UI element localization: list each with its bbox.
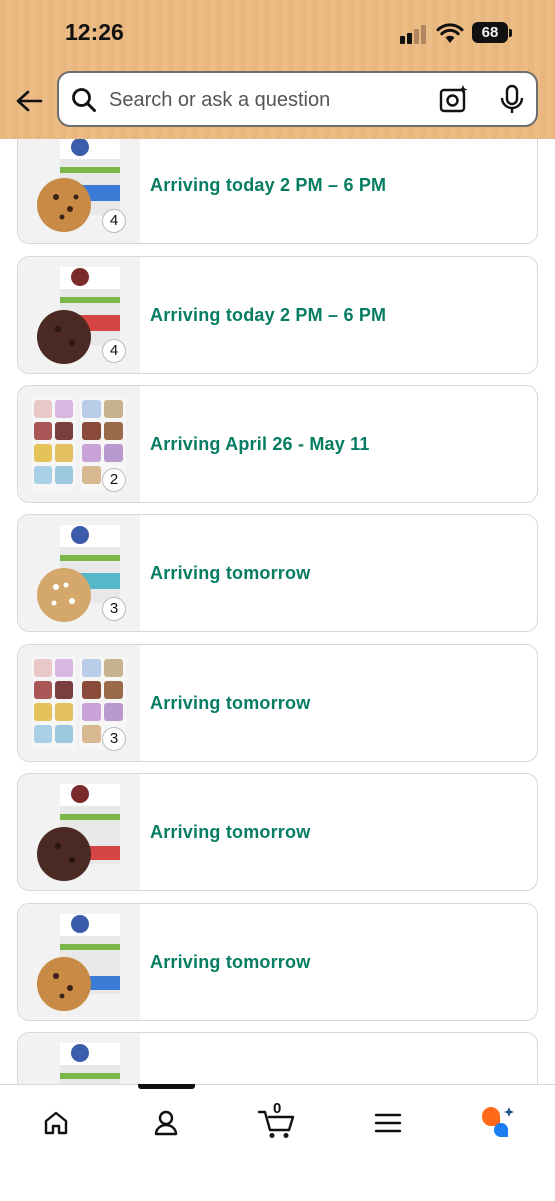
nav-menu[interactable]	[368, 1103, 408, 1143]
nav-home[interactable]	[36, 1103, 76, 1143]
order-card[interactable]	[17, 1032, 538, 1084]
battery-icon: 68	[472, 22, 508, 43]
cart-count: 0	[273, 1100, 282, 1117]
wifi-icon	[436, 23, 464, 43]
order-card[interactable]: Arriving tomorrow	[17, 903, 538, 1021]
quantity-badge: 3	[102, 597, 126, 621]
quantity-badge: 3	[102, 727, 126, 751]
microphone-icon[interactable]	[499, 84, 525, 116]
order-card[interactable]: 3 Arriving tomorrow	[17, 644, 538, 762]
home-icon	[44, 1111, 68, 1135]
search-bar[interactable]	[57, 71, 538, 127]
delivery-status: Arriving April 26 - May 11	[150, 433, 370, 454]
order-list[interactable]: 4 Arriving today 2 PM – 6 PM 4 Arriving …	[0, 139, 555, 1084]
nav-rufus[interactable]	[477, 1103, 517, 1143]
search-icon	[72, 88, 96, 112]
menu-icon	[374, 1113, 402, 1133]
order-card[interactable]: 4 Arriving today 2 PM – 6 PM	[17, 256, 538, 374]
delivery-status: Arriving tomorrow	[150, 951, 311, 972]
product-image-white-chip-box[interactable]: 3	[18, 515, 140, 631]
product-image-double-chocolate-box[interactable]	[18, 774, 140, 890]
product-image-double-chocolate-box[interactable]: 4	[18, 257, 140, 373]
rufus-icon	[482, 1107, 514, 1137]
quantity-badge: 4	[102, 209, 126, 233]
product-image-chocolate-chip-box[interactable]: 4	[18, 139, 140, 243]
status-icons: 68	[396, 22, 526, 46]
bottom-nav: 0	[0, 1084, 555, 1201]
product-image-chocolate-chip-box[interactable]	[18, 904, 140, 1020]
signal-icon	[396, 22, 430, 44]
back-arrow-icon[interactable]	[14, 86, 44, 116]
order-card[interactable]: 4 Arriving today 2 PM – 6 PM	[17, 139, 538, 244]
order-card[interactable]: 3 Arriving tomorrow	[17, 514, 538, 632]
delivery-status: Arriving tomorrow	[150, 692, 311, 713]
active-tab-indicator	[138, 1084, 195, 1089]
delivery-status: Arriving today 2 PM – 6 PM	[150, 174, 387, 195]
delivery-status: Arriving tomorrow	[150, 821, 311, 842]
delivery-status: Arriving tomorrow	[150, 562, 311, 583]
battery-tip	[509, 29, 512, 37]
order-card[interactable]: Arriving tomorrow	[17, 773, 538, 891]
header: 12:26 68	[0, 0, 555, 139]
account-icon	[154, 1110, 178, 1136]
order-card[interactable]: 2 Arriving April 26 - May 11	[17, 385, 538, 503]
status-time: 12:26	[65, 19, 124, 45]
nav-cart[interactable]: 0	[257, 1100, 297, 1143]
delivery-status: Arriving today 2 PM – 6 PM	[150, 304, 387, 325]
nav-account[interactable]	[146, 1103, 186, 1143]
product-image-variety-pack[interactable]: 3	[18, 645, 140, 761]
camera-search-icon[interactable]	[439, 84, 469, 114]
search-input[interactable]	[107, 82, 421, 118]
product-image-variety-pack[interactable]: 2	[18, 386, 140, 502]
quantity-badge: 4	[102, 339, 126, 363]
product-image-chocolate-chip-box[interactable]	[18, 1033, 140, 1084]
quantity-badge: 2	[102, 468, 126, 492]
